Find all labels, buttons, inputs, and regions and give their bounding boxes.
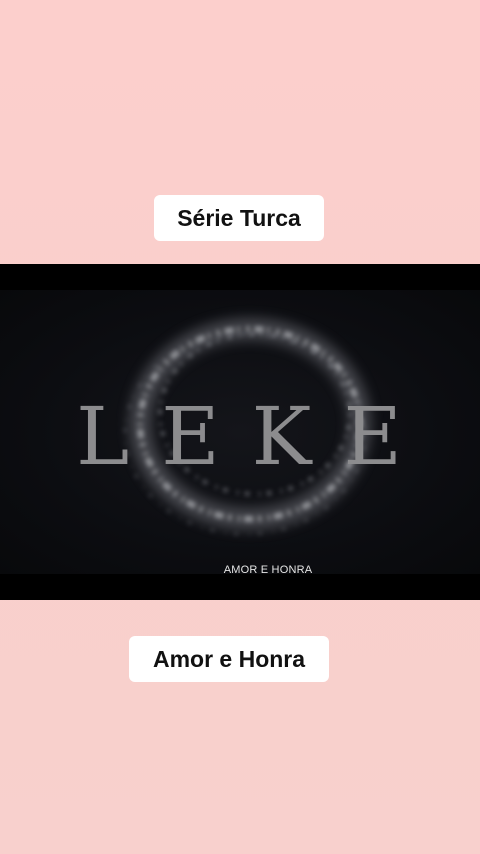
video-player[interactable]: LEKE AMOR E HONRA xyxy=(0,264,480,600)
caption-amor-e-honra: Amor e Honra xyxy=(129,636,329,682)
caption-serie-turca: Série Turca xyxy=(154,195,324,241)
video-title-leke: LEKE xyxy=(76,390,434,483)
video-subtitle: AMOR E HONRA xyxy=(223,564,313,576)
